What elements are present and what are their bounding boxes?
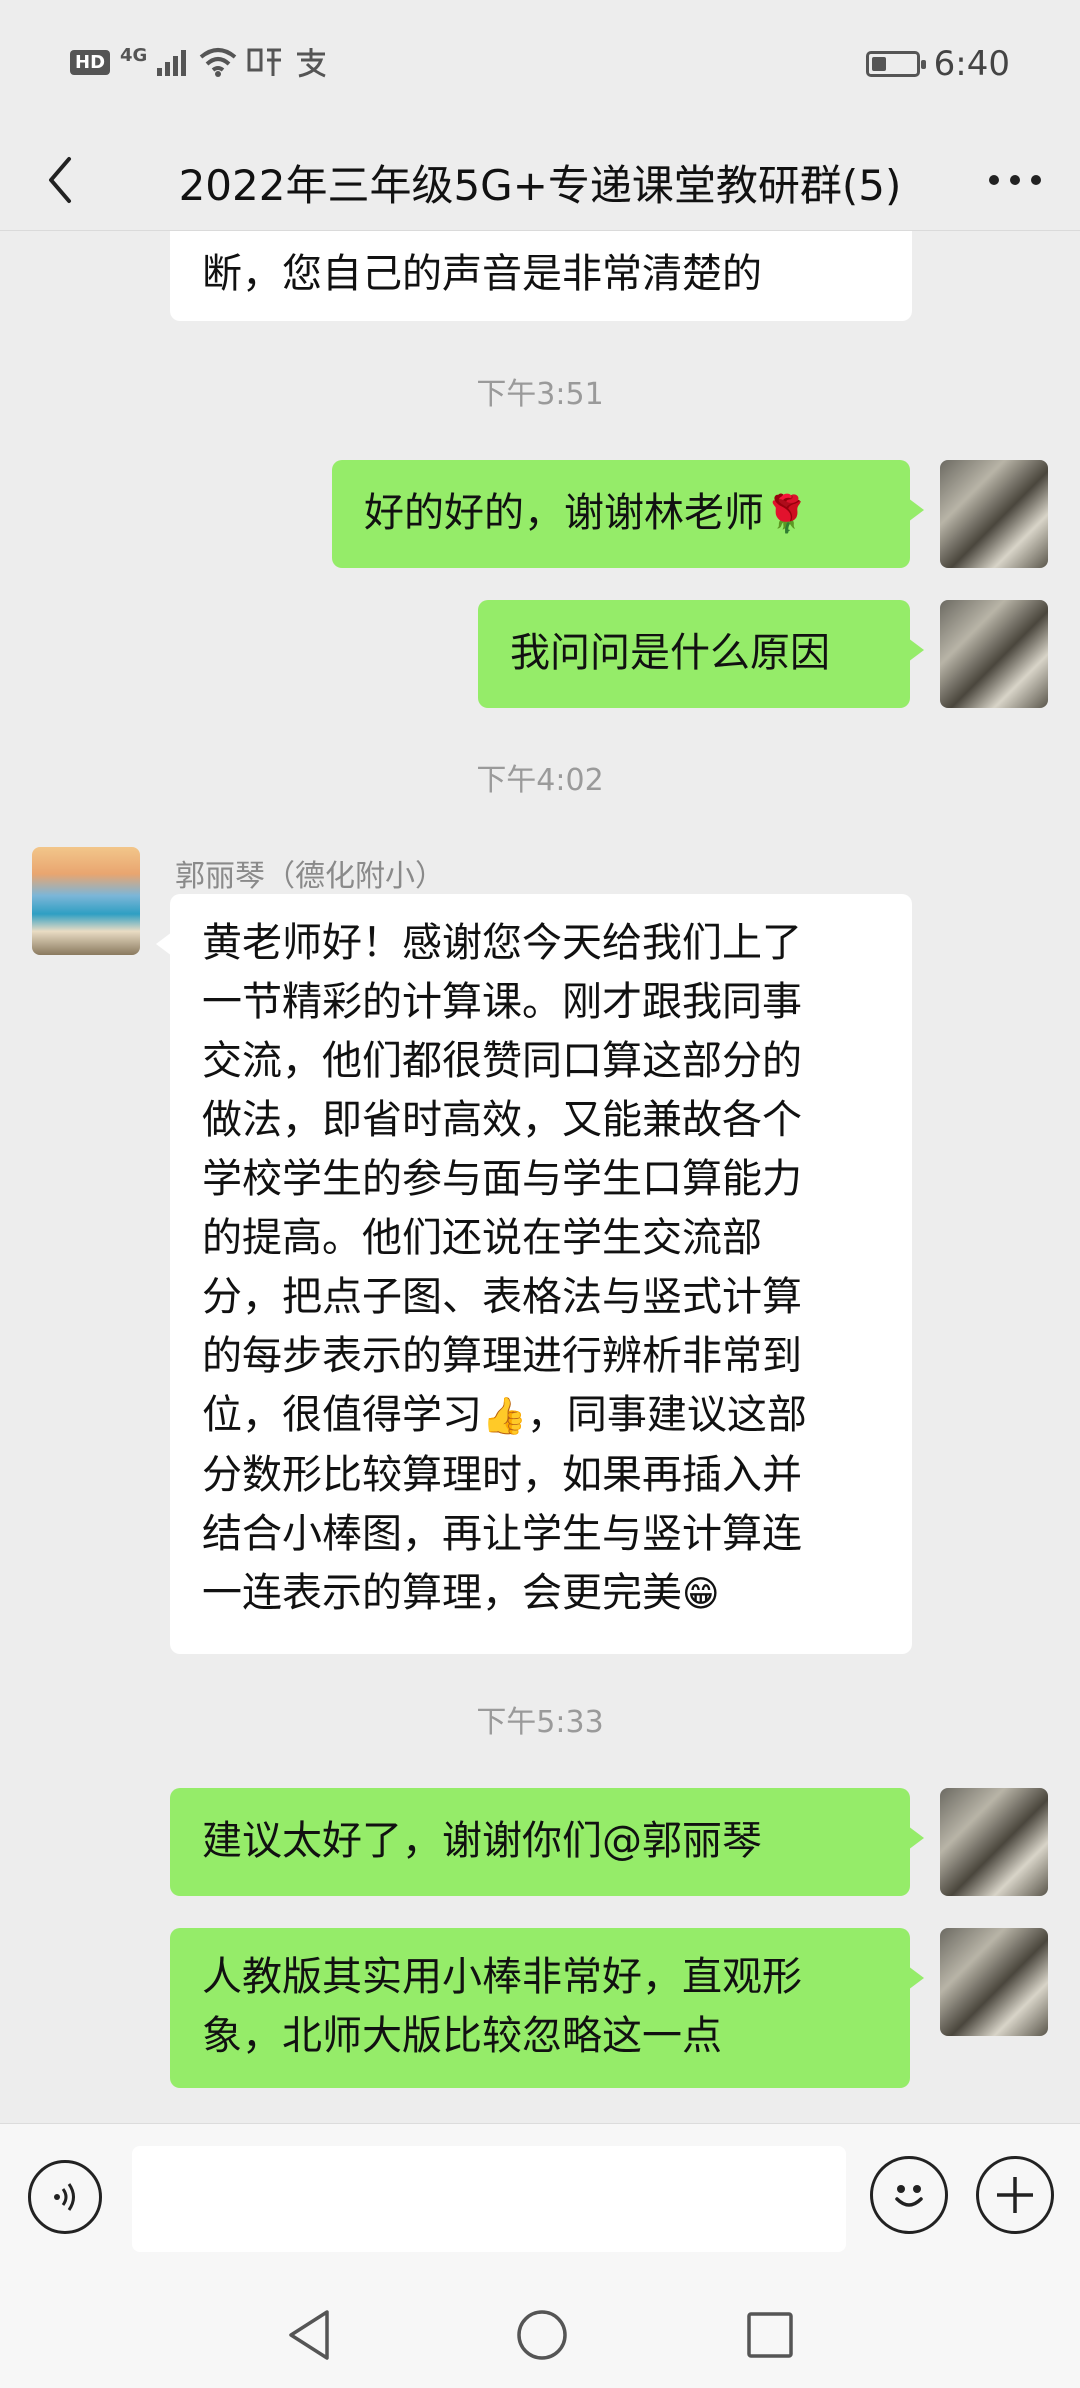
- sender-name: 郭丽琴（德化附小）: [175, 859, 445, 894]
- timestamp: 下午3:51: [476, 377, 604, 412]
- avatar[interactable]: [940, 600, 1048, 708]
- chat-area[interactable]: 断，您自己的声音是非常清楚的 下午3:51 好的好的，谢谢林老师🌹 我问问是什么…: [0, 231, 1080, 2123]
- message-line: 一节精彩的计算课。刚才跟我同事: [202, 979, 802, 1025]
- message-line: 结合小棒图，再让学生与竖计算连: [202, 1511, 802, 1557]
- message-bubble-self[interactable]: 我问问是什么原因: [478, 600, 924, 708]
- message-line: 分，把点子图、表格法与竖式计算: [202, 1274, 802, 1320]
- input-bar: [0, 2123, 1080, 2269]
- status-bar: HD 4G 6:40: [0, 0, 1080, 130]
- message-text: 好的好的，谢谢林老师: [364, 490, 764, 536]
- clock: 6:40: [933, 44, 1010, 84]
- more-dots-icon: [989, 175, 1041, 185]
- message-text: ，同事建议这部: [526, 1392, 807, 1438]
- avatar[interactable]: [940, 1928, 1048, 2036]
- plus-button[interactable]: [976, 2156, 1054, 2234]
- emoji-button[interactable]: [870, 2156, 948, 2234]
- chat-header: 2022年三年级5G+专递课堂教研群(5): [0, 130, 1080, 231]
- voice-icon: [54, 2183, 75, 2211]
- thumbs-up-emoji: 👍: [482, 1396, 527, 1437]
- back-button[interactable]: [30, 150, 90, 210]
- timestamp: 下午5:33: [476, 1705, 604, 1740]
- hd-badge: HD: [70, 49, 111, 75]
- network-label: 4G: [120, 44, 148, 66]
- message-line: 象，北师大版比较忽略这一点: [202, 2013, 722, 2059]
- grin-emoji: 😁: [682, 1574, 720, 1615]
- message-line: 分数形比较算理时，如果再插入并: [202, 1452, 802, 1498]
- nav-recents-icon[interactable]: [745, 2310, 795, 2360]
- chat-title: 2022年三年级5G+专递课堂教研群(5): [178, 161, 902, 210]
- message-bubble-self[interactable]: 人教版其实用小棒非常好，直观形 象，北师大版比较忽略这一点: [170, 1928, 924, 2088]
- more-button[interactable]: [980, 150, 1050, 210]
- message-text: 我问问是什么原因: [510, 630, 830, 676]
- plus-icon: [997, 2177, 1033, 2213]
- message-line: 的提高。他们还说在学生交流部: [202, 1215, 762, 1261]
- message-bubble[interactable]: 黄老师好！感谢您今天给我们上了 一节精彩的计算课。刚才跟我同事 交流，他们都很赞…: [156, 894, 912, 1654]
- status-left: HD 4G: [70, 44, 329, 78]
- message-line: 做法，即省时高效，又能兼故各个: [202, 1097, 802, 1143]
- message-line-with-emoji: 位，很值得学习👍，同事建议这部: [202, 1386, 880, 1446]
- alipay-icon: [297, 48, 326, 78]
- voice-button[interactable]: [28, 2160, 102, 2234]
- message-text: 一连表示的算理，会更完美: [202, 1570, 682, 1616]
- avatar[interactable]: [940, 1788, 1048, 1896]
- emoji-icon: [895, 2185, 923, 2207]
- message-bubble-self[interactable]: 好的好的，谢谢林老师🌹: [332, 460, 924, 568]
- message-line: 人教版其实用小棒非常好，直观形: [202, 1954, 802, 2000]
- message-text: 断，您自己的声音是非常清楚的: [202, 251, 762, 297]
- message-line: 的每步表示的算理进行辨析非常到: [202, 1333, 802, 1379]
- message-bubble-self[interactable]: 建议太好了，谢谢你们@郭丽琴: [170, 1788, 924, 1896]
- status-right: 6:40: [865, 44, 1010, 84]
- listen-app-icon: [247, 48, 282, 76]
- back-arrow-icon: [49, 157, 71, 203]
- message-text: 建议太好了，谢谢你们@郭丽琴: [202, 1818, 762, 1864]
- message-text: 位，很值得学习: [202, 1392, 482, 1438]
- message-line: 学校学生的参与面与学生口算能力: [202, 1156, 802, 1202]
- message-bubble[interactable]: 断，您自己的声音是非常清楚的: [170, 231, 912, 321]
- battery-icon: [865, 51, 926, 77]
- avatar[interactable]: [940, 460, 1048, 568]
- wifi-icon: [200, 48, 237, 77]
- system-nav-bar: [0, 2268, 1080, 2388]
- avatar[interactable]: [32, 847, 140, 955]
- message-line: 交流，他们都很赞同口算这部分的: [202, 1038, 802, 1084]
- signal-icon: [157, 50, 187, 76]
- message-line-with-emoji: 一连表示的算理，会更完美😁: [202, 1564, 880, 1624]
- message-line: 黄老师好！感谢您今天给我们上了: [202, 920, 802, 966]
- nav-back-icon[interactable]: [285, 2308, 333, 2362]
- timestamp: 下午4:02: [476, 763, 604, 798]
- message-input[interactable]: [132, 2146, 846, 2252]
- rose-emoji: 🌹: [764, 494, 809, 535]
- nav-home-icon[interactable]: [515, 2308, 569, 2362]
